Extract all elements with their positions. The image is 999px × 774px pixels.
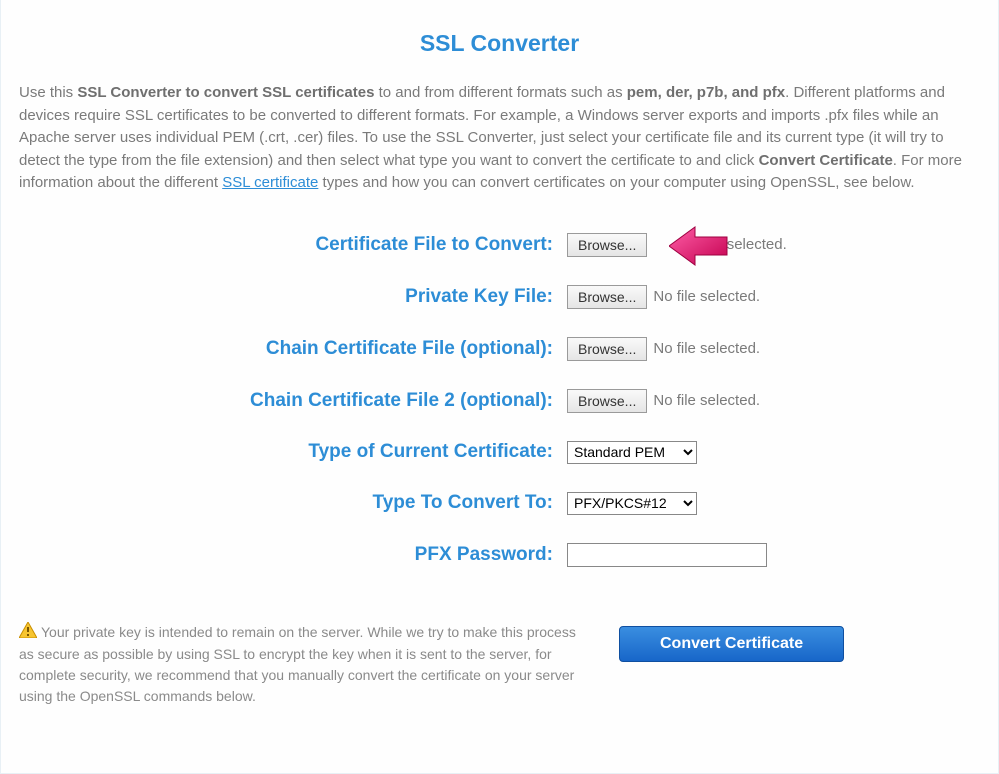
warning-icon <box>19 622 37 644</box>
label-certificate-file: Certificate File to Convert: <box>19 234 567 256</box>
row-chain-cert-1: Chain Certificate File (optional): Brows… <box>19 337 980 361</box>
security-note: Your private key is intended to remain o… <box>19 622 579 707</box>
row-convert-to: Type To Convert To: PFX/PKCS#12 <box>19 492 980 515</box>
status-chain-cert-2: No file selected. <box>653 392 760 409</box>
label-chain-cert-1: Chain Certificate File (optional): <box>19 338 567 360</box>
intro-bold-3: Convert Certificate <box>759 152 893 169</box>
security-note-text: Your private key is intended to remain o… <box>19 624 576 704</box>
ssl-certificate-link[interactable]: SSL certificate <box>222 174 318 191</box>
status-chain-cert-1: No file selected. <box>653 340 760 357</box>
select-current-type[interactable]: Standard PEM <box>567 441 697 464</box>
label-convert-to: Type To Convert To: <box>19 492 567 514</box>
row-private-key: Private Key File: Browse... No file sele… <box>19 285 980 309</box>
browse-certificate-button[interactable]: Browse... <box>567 233 647 257</box>
status-certificate-file: file selected. <box>703 236 786 253</box>
page-container: SSL Converter Use this SSL Converter to … <box>0 0 999 774</box>
intro-paragraph: Use this SSL Converter to convert SSL ce… <box>19 82 980 195</box>
row-pfx-password: PFX Password: <box>19 543 980 567</box>
convert-wrap: Convert Certificate <box>619 622 844 662</box>
intro-bold-2: pem, der, p7b, and pfx <box>627 84 785 101</box>
footer-row: Your private key is intended to remain o… <box>19 622 980 707</box>
label-pfx-password: PFX Password: <box>19 544 567 566</box>
browse-chain-cert-2-button[interactable]: Browse... <box>567 389 647 413</box>
select-convert-to[interactable]: PFX/PKCS#12 <box>567 492 697 515</box>
row-chain-cert-2: Chain Certificate File 2 (optional): Bro… <box>19 389 980 413</box>
convert-certificate-button[interactable]: Convert Certificate <box>619 626 844 662</box>
page-title: SSL Converter <box>19 30 980 57</box>
label-current-type: Type of Current Certificate: <box>19 441 567 463</box>
intro-bold-1: SSL Converter to convert SSL certificate… <box>77 84 374 101</box>
intro-text: types and how you can convert certificat… <box>318 174 914 191</box>
intro-text: to and from different formats such as <box>374 84 626 101</box>
row-current-type: Type of Current Certificate: Standard PE… <box>19 441 980 464</box>
intro-text: Use this <box>19 84 77 101</box>
form-wrap: Certificate File to Convert: Browse... f… <box>19 233 980 567</box>
browse-chain-cert-1-button[interactable]: Browse... <box>567 337 647 361</box>
row-certificate-file: Certificate File to Convert: Browse... f… <box>19 233 980 257</box>
browse-private-key-button[interactable]: Browse... <box>567 285 647 309</box>
input-pfx-password[interactable] <box>567 543 767 567</box>
status-private-key: No file selected. <box>653 288 760 305</box>
label-chain-cert-2: Chain Certificate File 2 (optional): <box>19 390 567 412</box>
label-private-key: Private Key File: <box>19 286 567 308</box>
